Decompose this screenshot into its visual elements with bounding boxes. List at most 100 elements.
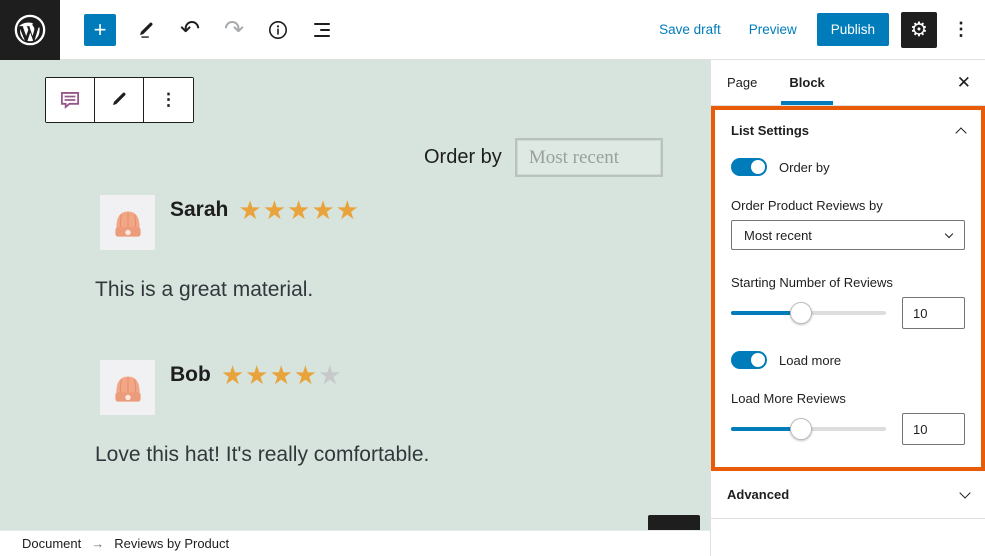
reviewer-name: Bob bbox=[170, 363, 211, 387]
starting-number-input[interactable] bbox=[902, 297, 965, 329]
review-header: Sarah ★★★★★ bbox=[170, 197, 360, 223]
review-block-icon bbox=[57, 87, 83, 113]
starting-number-label: Starting Number of Reviews bbox=[731, 275, 965, 290]
info-icon bbox=[266, 18, 290, 42]
load-more-toggle-label: Load more bbox=[779, 353, 841, 368]
block-toolbar: ⋮ bbox=[45, 77, 194, 123]
breadcrumb-current-block[interactable]: Reviews by Product bbox=[114, 536, 229, 551]
settings-button[interactable]: ⚙ bbox=[901, 12, 937, 48]
chevron-down-icon bbox=[959, 487, 970, 498]
load-more-slider[interactable] bbox=[731, 427, 886, 431]
settings-sidebar: Page Block ✕ List Settings Order by bbox=[710, 60, 985, 556]
redo-icon: ↷ bbox=[224, 18, 244, 42]
redo-button[interactable]: ↷ bbox=[216, 12, 252, 48]
orderby-label: Order by bbox=[424, 146, 502, 169]
star-filled-icon: ★ bbox=[263, 195, 287, 225]
save-draft-button[interactable]: Save draft bbox=[651, 16, 729, 43]
load-more-toggle-row: Load more bbox=[731, 351, 965, 369]
reviewer-name: Sarah bbox=[170, 198, 228, 222]
load-more-row bbox=[731, 413, 965, 445]
editor-main: ⋮ Order by Most recent bbox=[0, 60, 985, 556]
product-image bbox=[100, 360, 155, 415]
list-view-icon bbox=[314, 23, 330, 37]
list-settings-panel: List Settings Order by Order Product Rev… bbox=[715, 110, 981, 467]
list-view-button[interactable] bbox=[304, 12, 340, 48]
topbar-tools: + ↶ ↷ bbox=[60, 0, 340, 59]
review-item: Sarah ★★★★★ bbox=[100, 195, 360, 250]
chevron-up-icon bbox=[955, 127, 966, 138]
star-empty-icon: ★ bbox=[318, 360, 342, 390]
star-filled-icon: ★ bbox=[221, 360, 245, 390]
tab-page[interactable]: Page bbox=[711, 60, 773, 105]
advanced-section-header[interactable]: Advanced bbox=[711, 471, 985, 519]
editor-canvas[interactable]: ⋮ Order by Most recent bbox=[0, 60, 710, 530]
order-by-toggle[interactable] bbox=[731, 158, 767, 176]
star-filled-icon: ★ bbox=[269, 360, 293, 390]
canvas-orderby-row: Order by Most recent bbox=[424, 138, 663, 177]
star-filled-icon: ★ bbox=[245, 360, 269, 390]
review-header: Bob ★★★★★ bbox=[170, 362, 342, 388]
collapsed-block-handle[interactable] bbox=[648, 515, 700, 530]
edit-block-button[interactable] bbox=[95, 78, 144, 122]
order-select[interactable]: Most recent bbox=[731, 220, 965, 250]
breadcrumb-document[interactable]: Document bbox=[22, 536, 81, 551]
kebab-icon: ⋮ bbox=[160, 90, 177, 110]
product-image bbox=[100, 195, 155, 250]
wordpress-logo[interactable] bbox=[0, 0, 60, 60]
gear-icon: ⚙ bbox=[910, 17, 928, 42]
review-text: This is a great material. bbox=[95, 278, 313, 302]
breadcrumb-arrow-icon: → bbox=[91, 536, 104, 551]
topbar-actions: Save draft Preview Publish ⚙ ⋮ bbox=[651, 0, 985, 59]
beanie-hat-image bbox=[107, 202, 149, 244]
star-filled-icon: ★ bbox=[294, 360, 318, 390]
add-block-button[interactable]: + bbox=[84, 14, 116, 46]
sidebar-tabs: Page Block ✕ bbox=[711, 60, 985, 106]
order-by-toggle-row: Order by bbox=[731, 158, 965, 176]
options-menu-button[interactable]: ⋮ bbox=[949, 19, 973, 40]
orderby-select[interactable]: Most recent bbox=[515, 138, 663, 177]
undo-icon: ↶ bbox=[180, 18, 200, 42]
star-filled-icon: ★ bbox=[238, 195, 262, 225]
breadcrumb: Document → Reviews by Product bbox=[0, 530, 710, 556]
starting-number-slider[interactable] bbox=[731, 311, 886, 315]
chevron-down-icon bbox=[945, 229, 953, 237]
load-more-label: Load More Reviews bbox=[731, 391, 965, 406]
close-icon: ✕ bbox=[957, 73, 971, 92]
publish-button[interactable]: Publish bbox=[817, 13, 889, 46]
details-button[interactable] bbox=[260, 12, 296, 48]
pencil-icon bbox=[108, 89, 130, 111]
orderby-select-value: Most recent bbox=[529, 147, 619, 169]
review-item: Bob ★★★★★ bbox=[100, 360, 342, 415]
close-sidebar-button[interactable]: ✕ bbox=[957, 73, 971, 93]
order-select-value: Most recent bbox=[744, 228, 812, 243]
canvas-column: ⋮ Order by Most recent bbox=[0, 60, 710, 556]
review-text: Love this hat! It's really comfortable. bbox=[95, 443, 429, 467]
edit-mode-button[interactable] bbox=[128, 12, 164, 48]
order-select-label: Order Product Reviews by bbox=[731, 198, 965, 213]
undo-button[interactable]: ↶ bbox=[172, 12, 208, 48]
load-more-toggle[interactable] bbox=[731, 351, 767, 369]
list-settings-highlight: List Settings Order by Order Product Rev… bbox=[711, 106, 985, 471]
block-type-button[interactable] bbox=[46, 78, 95, 122]
slider-thumb[interactable] bbox=[790, 418, 812, 440]
panel-title: List Settings bbox=[731, 123, 809, 138]
order-by-toggle-label: Order by bbox=[779, 160, 830, 175]
editor-topbar: + ↶ ↷ bbox=[0, 0, 985, 60]
beanie-hat-image bbox=[107, 367, 149, 409]
preview-button[interactable]: Preview bbox=[741, 16, 805, 43]
star-rating: ★★★★★ bbox=[238, 197, 360, 223]
list-settings-header[interactable]: List Settings bbox=[731, 123, 965, 138]
starting-number-row bbox=[731, 297, 965, 329]
wordpress-block-editor: + ↶ ↷ bbox=[0, 0, 985, 556]
star-filled-icon: ★ bbox=[336, 195, 360, 225]
block-options-button[interactable]: ⋮ bbox=[144, 78, 193, 122]
star-filled-icon: ★ bbox=[311, 195, 335, 225]
star-filled-icon: ★ bbox=[287, 195, 311, 225]
load-more-input[interactable] bbox=[902, 413, 965, 445]
advanced-label: Advanced bbox=[727, 487, 789, 502]
pencil-icon bbox=[135, 19, 157, 41]
wordpress-icon bbox=[13, 13, 47, 47]
tab-block[interactable]: Block bbox=[773, 60, 840, 105]
slider-thumb[interactable] bbox=[790, 302, 812, 324]
star-rating: ★★★★★ bbox=[221, 362, 343, 388]
